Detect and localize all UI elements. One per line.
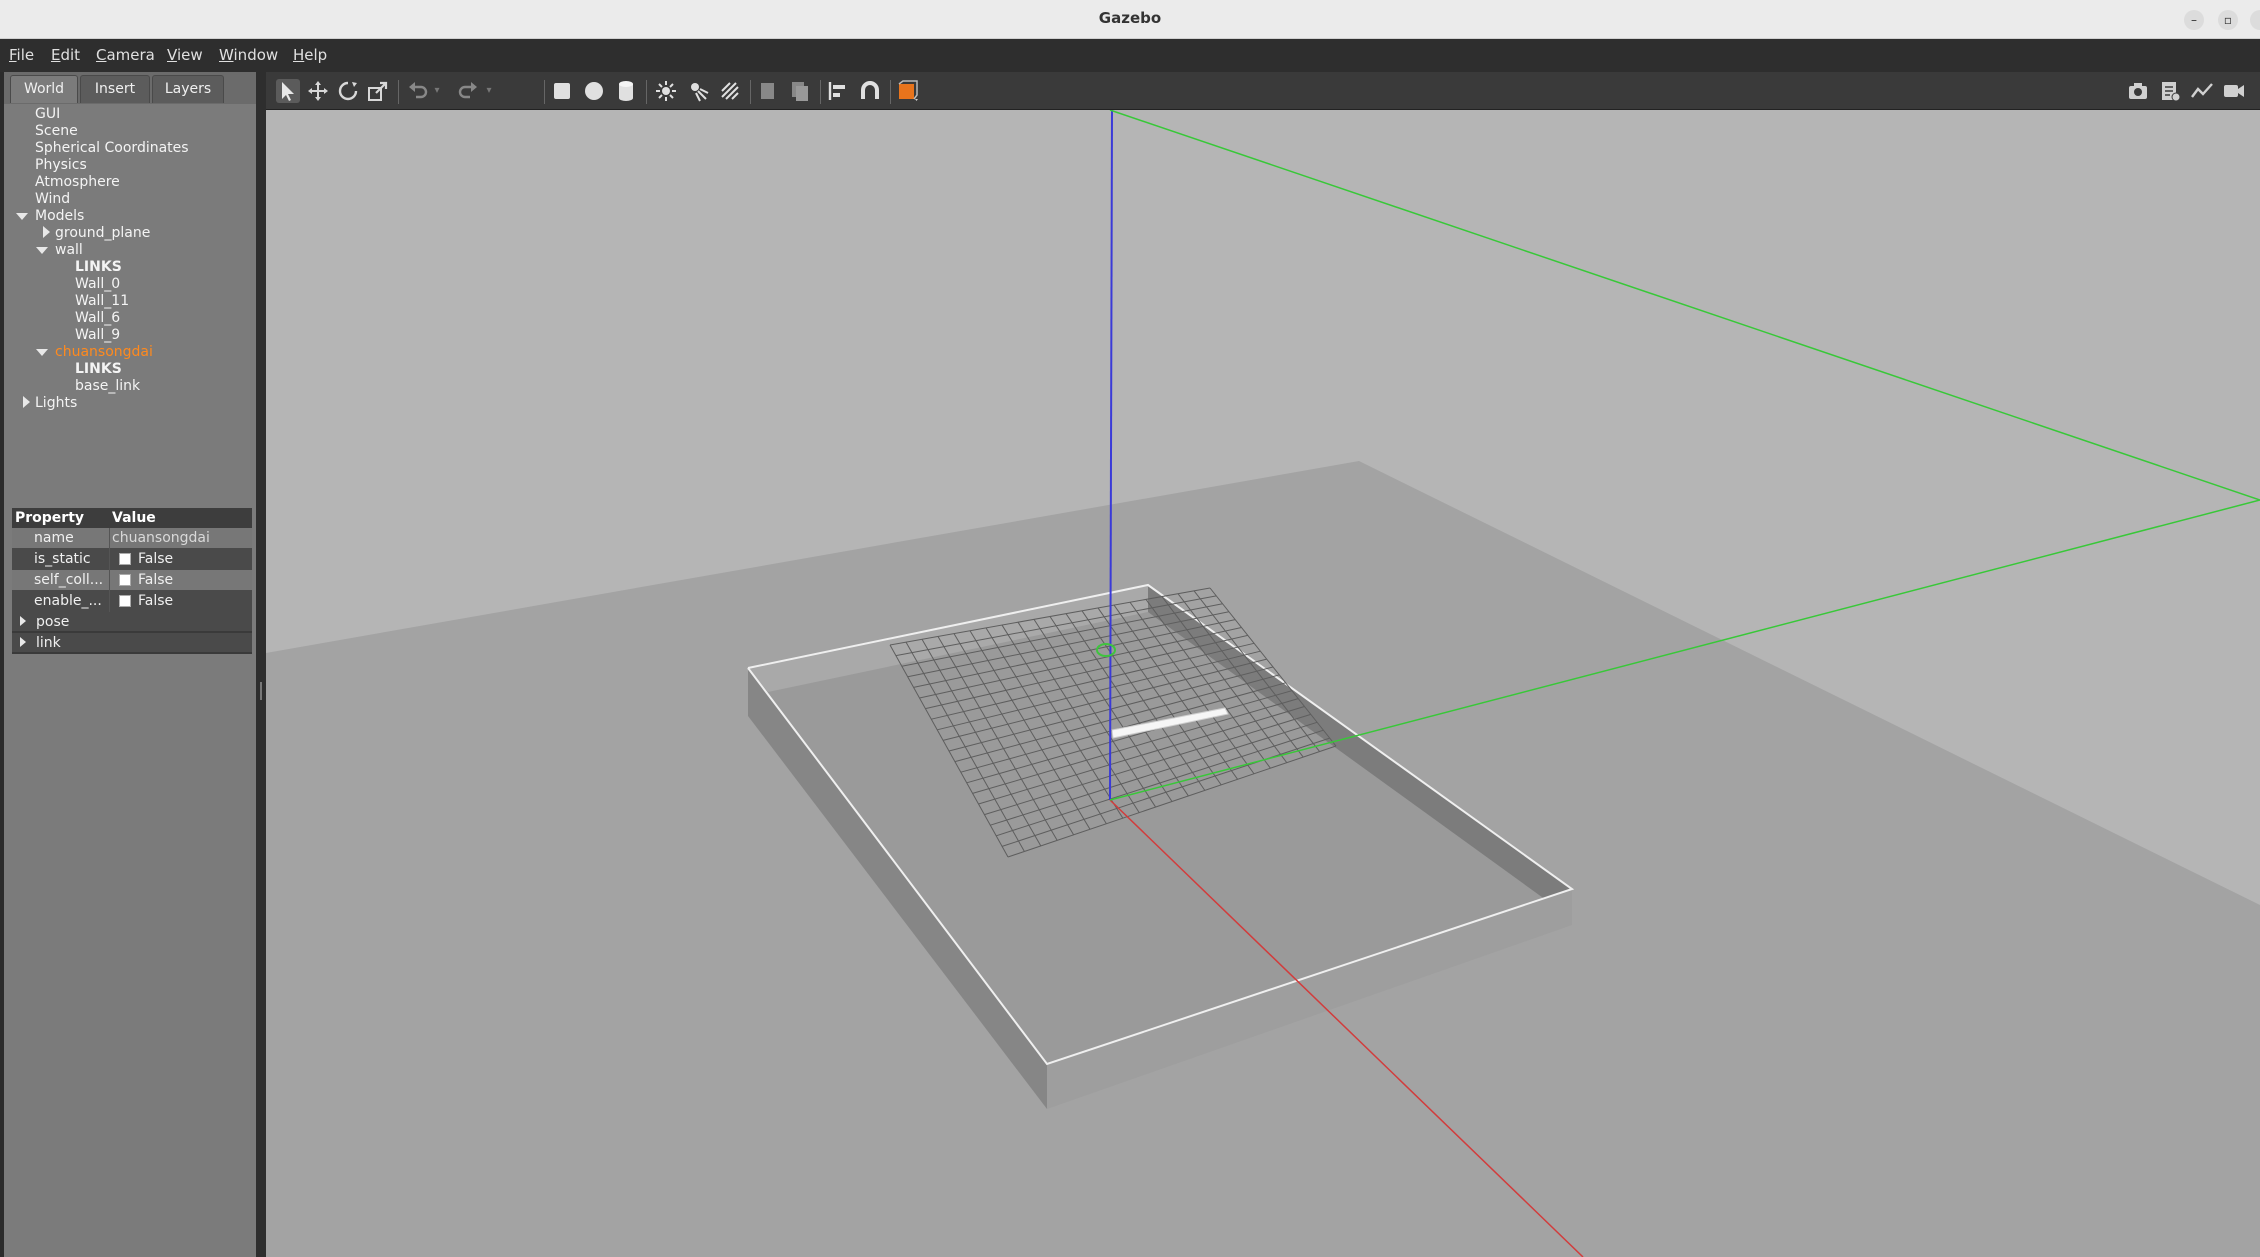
tree-item-wall-11[interactable]: Wall_11: [75, 293, 129, 310]
expand-chuansongdai-icon[interactable]: [36, 349, 48, 356]
property-header: Property: [15, 510, 85, 526]
scene-render: [266, 110, 2260, 1257]
expand-ground-plane-icon[interactable]: [43, 226, 50, 238]
tree-item-wall-9[interactable]: Wall_9: [75, 327, 120, 344]
prop-value-self-collide: False: [138, 572, 174, 588]
sphere-icon[interactable]: [582, 79, 606, 103]
prop-group-pose[interactable]: pose: [12, 612, 252, 633]
panel-splitter[interactable]: [256, 72, 266, 1257]
translate-mode-icon[interactable]: [306, 79, 330, 103]
expand-lights-icon[interactable]: [23, 396, 30, 408]
expand-link-icon[interactable]: [20, 637, 26, 647]
tree-item-models[interactable]: Models: [35, 208, 84, 225]
redo-icon[interactable]: [456, 79, 480, 103]
tree-item-ground-plane[interactable]: ground_plane: [55, 225, 150, 242]
undo-icon[interactable]: [406, 79, 430, 103]
menu-file[interactable]: File: [9, 39, 34, 72]
prop-value-is-static: False: [138, 551, 174, 567]
property-table-header: Property Value: [12, 508, 252, 528]
self-collide-checkbox[interactable]: [119, 574, 131, 586]
undo-history-icon[interactable]: ▾: [430, 79, 444, 103]
maximize-icon[interactable]: ▫: [2218, 10, 2238, 30]
toolbar: ▾ ▾: [266, 72, 2260, 110]
expand-pose-icon[interactable]: [20, 616, 26, 626]
close-icon[interactable]: [2250, 10, 2260, 30]
tree-item-spherical-coordinates[interactable]: Spherical Coordinates: [35, 140, 189, 157]
prop-key-is-static: is_static: [34, 551, 91, 567]
tree-item-physics[interactable]: Physics: [35, 157, 87, 174]
menu-edit[interactable]: Edit: [51, 39, 80, 72]
tree-item-wind[interactable]: Wind: [35, 191, 70, 208]
tree-item-lights[interactable]: Lights: [35, 395, 77, 412]
prop-group-pose-label: pose: [36, 614, 70, 630]
tab-layers[interactable]: Layers: [152, 75, 224, 103]
expand-models-icon[interactable]: [16, 213, 28, 220]
prop-key-self-collide: self_coll...: [34, 572, 104, 588]
tree-item-gui[interactable]: GUI: [35, 106, 60, 123]
copy-icon[interactable]: [756, 79, 780, 103]
select-mode-icon[interactable]: [276, 79, 300, 103]
prop-group-link-label: link: [36, 635, 61, 651]
screenshot-icon[interactable]: [2126, 79, 2150, 103]
point-light-icon[interactable]: [654, 79, 678, 103]
prop-row-name[interactable]: name chuansongdai: [12, 528, 252, 549]
prop-group-link[interactable]: link: [12, 633, 252, 654]
prop-row-is-static[interactable]: is_static False: [12, 549, 252, 570]
prop-value-name[interactable]: chuansongdai: [112, 528, 210, 548]
paste-icon[interactable]: [788, 79, 812, 103]
menu-camera[interactable]: Camera: [96, 39, 155, 72]
tree-item-scene[interactable]: Scene: [35, 123, 78, 140]
align-icon[interactable]: [826, 79, 850, 103]
tree-item-wall-0[interactable]: Wall_0: [75, 276, 120, 293]
box-icon[interactable]: [550, 79, 574, 103]
is-static-checkbox[interactable]: [119, 553, 131, 565]
prop-row-self-collide[interactable]: self_coll... False: [12, 570, 252, 591]
tree-item-base-link[interactable]: base_link: [75, 378, 140, 395]
title-bar: Gazebo – ▫: [0, 0, 2260, 39]
menu-help[interactable]: Help: [293, 39, 327, 72]
prop-key-name: name: [34, 530, 74, 546]
window-title: Gazebo: [1098, 9, 1162, 27]
record-icon[interactable]: [2222, 79, 2246, 103]
prop-key-enable-wind: enable_...: [34, 593, 102, 609]
view-angle-icon[interactable]: [896, 79, 920, 103]
menu-window[interactable]: Window: [219, 39, 278, 72]
log-icon[interactable]: [2158, 79, 2182, 103]
tree-item-chuansongdai[interactable]: chuansongdai: [55, 344, 153, 361]
cylinder-icon[interactable]: [614, 79, 638, 103]
prop-value-enable-wind: False: [138, 593, 174, 609]
snap-icon[interactable]: [858, 79, 882, 103]
left-panel: World Insert Layers GUI Scene Spherical …: [4, 72, 256, 1257]
plot-icon[interactable]: [2190, 79, 2214, 103]
tab-insert[interactable]: Insert: [80, 75, 150, 103]
directional-light-icon[interactable]: [718, 79, 742, 103]
menu-bar: File Edit Camera View Window Help: [0, 39, 2260, 72]
redo-history-icon[interactable]: ▾: [482, 79, 496, 103]
tree-item-wall[interactable]: wall: [55, 242, 83, 259]
tab-world[interactable]: World: [10, 75, 78, 103]
scale-mode-icon[interactable]: [366, 79, 390, 103]
tree-item-wall-links: LINKS: [75, 259, 122, 275]
tree-item-wall-6[interactable]: Wall_6: [75, 310, 120, 327]
expand-wall-icon[interactable]: [36, 247, 48, 254]
enable-wind-checkbox[interactable]: [119, 595, 131, 607]
prop-row-enable-wind[interactable]: enable_... False: [12, 591, 252, 612]
tree-item-chuansongdai-links: LINKS: [75, 361, 122, 377]
spot-light-icon[interactable]: [686, 79, 710, 103]
tab-bar: World Insert Layers: [4, 72, 256, 104]
value-header: Value: [112, 510, 156, 526]
scene-viewport[interactable]: [266, 110, 2260, 1257]
menu-view[interactable]: View: [167, 39, 203, 72]
minimize-icon[interactable]: –: [2184, 10, 2204, 30]
tree-item-atmosphere[interactable]: Atmosphere: [35, 174, 120, 191]
rotate-mode-icon[interactable]: [336, 79, 360, 103]
